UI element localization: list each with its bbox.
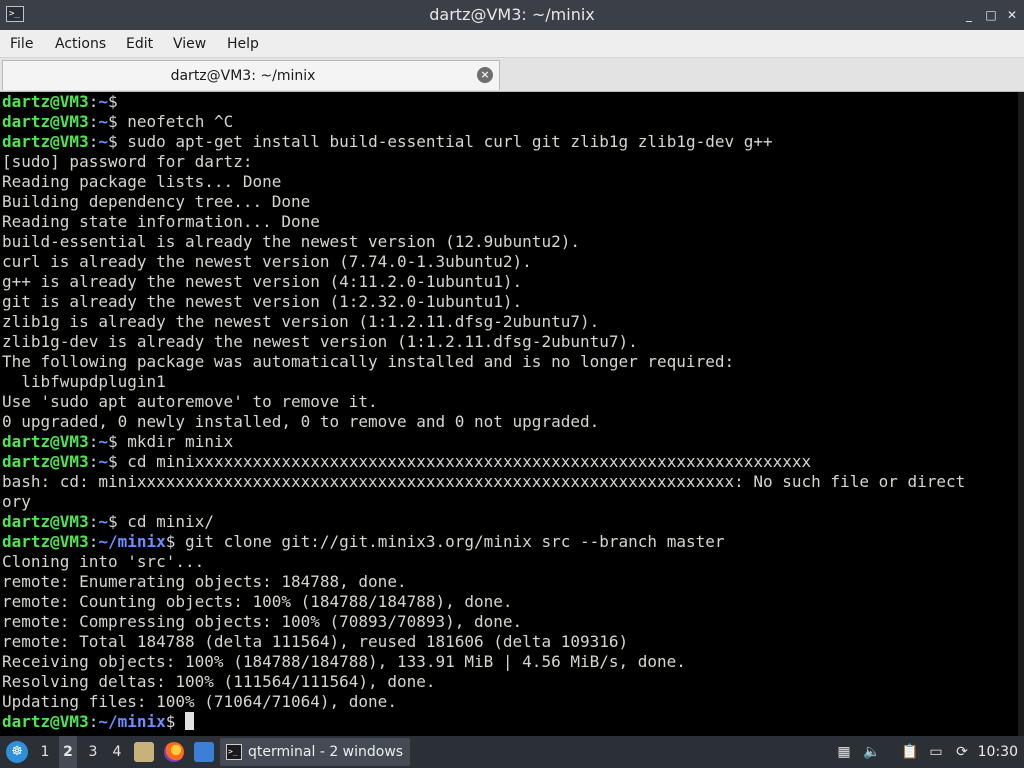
menu-file[interactable]: File [10, 34, 33, 54]
prompt-path: ~ [98, 112, 108, 131]
minimize-button[interactable]: _ [962, 8, 976, 22]
terminal-output-line: remote: Counting objects: 100% (184788/1… [2, 592, 513, 611]
close-icon[interactable]: × [477, 67, 493, 83]
terminal-prompt-line: dartz@VM3:~$ cd minixxxxxxxxxxxxxxxxxxxx… [2, 452, 812, 471]
chat-icon[interactable]: ▦ [834, 742, 854, 762]
menu-actions[interactable]: Actions [55, 34, 106, 54]
file-manager-icon[interactable] [134, 742, 154, 762]
terminal-output-line: The following package was automatically … [2, 352, 735, 371]
clock[interactable]: 10:30 [978, 736, 1018, 768]
prompt-user: dartz@VM3 [2, 712, 89, 731]
prompt-command: sudo apt-get install build-essential cur… [117, 132, 773, 151]
workspace-2[interactable]: 2 [59, 736, 77, 768]
firefox-icon[interactable] [164, 742, 184, 762]
terminal-output-line: Resolving deltas: 100% (111564/111564), … [2, 672, 436, 691]
maximize-button[interactable]: □ [984, 8, 998, 22]
prompt-path: ~ [98, 512, 108, 531]
prompt-user: dartz@VM3 [2, 452, 89, 471]
prompt-user: dartz@VM3 [2, 512, 89, 531]
task-label: qterminal - 2 windows [248, 744, 404, 760]
close-button[interactable]: ✕ [1005, 8, 1019, 22]
terminal-scrollbar[interactable] [1018, 92, 1024, 736]
tab-terminal[interactable]: dartz@VM3: ~/minix × [2, 60, 500, 90]
taskbar-task-qterminal[interactable]: >_ qterminal - 2 windows [220, 738, 410, 766]
window-titlebar[interactable]: >_ dartz@VM3: ~/minix _ □ ✕ [0, 0, 1024, 30]
prompt-command: git clone git://git.minix3.org/minix src… [175, 532, 725, 551]
prompt-command: cd minixxxxxxxxxxxxxxxxxxxxxxxxxxxxxxxxx… [117, 452, 812, 471]
terminal-output-line: zlib1g-dev is already the newest version… [2, 332, 638, 351]
prompt-user: dartz@VM3 [2, 92, 89, 111]
terminal-output-line: build-essential is already the newest ve… [2, 232, 580, 251]
update-icon[interactable]: ⟳ [952, 742, 972, 762]
menu-help[interactable]: Help [227, 34, 259, 54]
prompt-command [175, 712, 185, 731]
terminal-output-line: zlib1g is already the newest version (1:… [2, 312, 600, 331]
terminal-prompt-line: dartz@VM3:~$ cd minix/ [2, 512, 214, 531]
window-title: dartz@VM3: ~/minix [429, 5, 595, 24]
terminal-output-line: remote: Enumerating objects: 184788, don… [2, 572, 407, 591]
volume-icon[interactable]: 🔈 [862, 742, 882, 762]
terminal-prompt-line: dartz@VM3:~$ neofetch ^C [2, 112, 234, 131]
menu-view[interactable]: View [173, 34, 206, 54]
prompt-user: dartz@VM3 [2, 132, 89, 151]
start-menu-icon[interactable]: ☸ [6, 741, 28, 763]
terminal-output-line: Use 'sudo apt autoremove' to remove it. [2, 392, 378, 411]
terminal-prompt-line: dartz@VM3:~/minix$ git clone git://git.m… [2, 532, 725, 551]
network-icon[interactable]: ▭ [926, 742, 946, 762]
terminal-output-line: Receiving objects: 100% (184788/184788),… [2, 652, 686, 671]
menu-bar: File Actions Edit View Help [0, 30, 1024, 58]
prompt-command: mkdir minix [117, 432, 234, 451]
terminal-output-line: [sudo] password for dartz: [2, 152, 253, 171]
terminal-output-line: bash: cd: minixxxxxxxxxxxxxxxxxxxxxxxxxx… [2, 472, 966, 491]
tab-bar: dartz@VM3: ~/minix × [0, 58, 1024, 92]
terminal-output-line: Building dependency tree... Done [2, 192, 311, 211]
prompt-command: neofetch ^C [117, 112, 234, 131]
terminal-prompt-line: dartz@VM3:~/minix$ [2, 712, 1024, 732]
workspace-3[interactable]: 3 [84, 736, 102, 768]
prompt-path: ~ [98, 452, 108, 471]
tab-label: dartz@VM3: ~/minix [170, 68, 316, 84]
terminal-output-line: libfwupdplugin1 [2, 372, 166, 391]
terminal-output[interactable]: dartz@VM3:~$ dartz@VM3:~$ neofetch ^C dart… [0, 92, 1024, 736]
terminal-output-line: Updating files: 100% (71064/71064), done… [2, 692, 397, 711]
prompt-user: dartz@VM3 [2, 432, 89, 451]
prompt-command: cd minix/ [117, 512, 214, 531]
terminal-output-line: Cloning into 'src'... [2, 552, 205, 571]
terminal-output-line: Reading state information... Done [2, 212, 320, 231]
workspace-4[interactable]: 4 [108, 736, 126, 768]
terminal-output-line: ory [2, 492, 31, 511]
prompt-path: ~/minix [98, 532, 166, 551]
workspace-1[interactable]: 1 [36, 736, 54, 768]
prompt-path: ~ [98, 92, 108, 111]
terminal-cursor [185, 712, 195, 730]
terminal-output-line: 0 upgraded, 0 newly installed, 0 to remo… [2, 412, 600, 431]
terminal-output-line: Reading package lists... Done [2, 172, 282, 191]
menu-edit[interactable]: Edit [126, 34, 153, 54]
taskbar: ☸ 1 2 3 4 >_ qterminal - 2 windows ▦ 🔈 📋… [0, 736, 1024, 768]
prompt-user: dartz@VM3 [2, 112, 89, 131]
terminal-output-line: remote: Compressing objects: 100% (70893… [2, 612, 523, 631]
terminal-icon: >_ [226, 744, 242, 760]
show-desktop-icon[interactable] [194, 742, 214, 762]
prompt-path: ~ [98, 132, 108, 151]
terminal-prompt-line: dartz@VM3:~$ mkdir minix [2, 432, 234, 451]
terminal-prompt-line: dartz@VM3:~$ sudo apt-get install build-… [2, 132, 773, 151]
terminal-output-line: git is already the newest version (1:2.3… [2, 292, 523, 311]
terminal-output-line: remote: Total 184788 (delta 111564), reu… [2, 632, 629, 651]
terminal-prompt-line: dartz@VM3:~$ [2, 92, 118, 111]
terminal-output-line: g++ is already the newest version (4:11.… [2, 272, 523, 291]
prompt-user: dartz@VM3 [2, 532, 89, 551]
prompt-path: ~ [98, 432, 108, 451]
prompt-path: ~/minix [98, 712, 166, 731]
terminal-output-line: curl is already the newest version (7.74… [2, 252, 532, 271]
clipboard-icon[interactable]: 📋 [900, 742, 920, 762]
